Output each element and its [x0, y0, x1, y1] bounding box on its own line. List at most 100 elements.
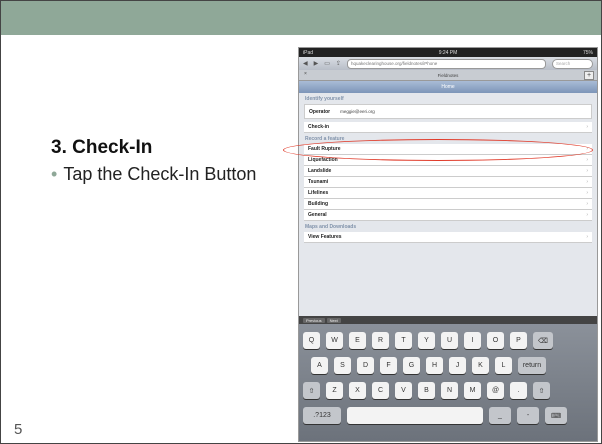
chevron-right-icon: › — [586, 157, 588, 163]
space-key[interactable] — [347, 407, 483, 424]
key[interactable]: U — [441, 332, 458, 349]
bookmarks-icon[interactable]: ▭ — [324, 60, 330, 67]
feature-label: Liquefaction — [308, 157, 338, 163]
key[interactable]: V — [395, 382, 412, 399]
feature-label: Landslide — [308, 168, 332, 174]
share-icon[interactable]: ⇪ — [336, 60, 341, 67]
slide-number: 5 — [14, 421, 23, 438]
key[interactable]: T — [395, 332, 412, 349]
key[interactable]: O — [487, 332, 504, 349]
on-screen-keyboard: Previous Next Q W E R T Y U I O P ⌫ A S D F G H J K Lretur… — [299, 316, 597, 441]
slide-heading: 3. Check-In — [51, 137, 153, 158]
feature-building[interactable]: Building › — [304, 199, 592, 210]
key[interactable]: L — [495, 357, 512, 374]
section-maps: Maps and Downloads — [305, 223, 357, 230]
chevron-right-icon: › — [586, 168, 588, 174]
browser-tab[interactable]: × Fieldnotes + — [299, 70, 597, 81]
next-button[interactable]: Next — [326, 317, 341, 323]
key[interactable]: _ — [489, 407, 511, 424]
key[interactable]: ⌫ — [533, 332, 553, 349]
operator-label: Operator — [309, 108, 331, 115]
view-features-label: View Features — [308, 234, 342, 240]
section-record: Record a feature — [305, 135, 345, 142]
chevron-right-icon: › — [586, 234, 588, 240]
page-content: Identify yourself Operator meggie@eeri.o… — [299, 93, 597, 316]
key[interactable]: F — [380, 357, 397, 374]
back-icon[interactable]: ◀ — [303, 60, 308, 67]
chevron-right-icon: › — [586, 179, 588, 185]
key[interactable]: D — [357, 357, 374, 374]
feature-label: Building — [308, 201, 328, 207]
key[interactable]: @ — [487, 382, 504, 399]
new-tab-icon[interactable]: + — [584, 71, 594, 80]
key[interactable]: Z — [326, 382, 343, 399]
title-bar — [1, 1, 601, 35]
chevron-right-icon: › — [586, 190, 588, 196]
close-tab-icon[interactable]: × — [304, 71, 307, 77]
slide: 3. Check-In • Tap the Check-In Button 5 i… — [0, 0, 602, 444]
key[interactable]: N — [441, 382, 458, 399]
feature-landslide[interactable]: Landslide › — [304, 166, 592, 177]
key[interactable]: Q — [303, 332, 320, 349]
key[interactable]: K — [472, 357, 489, 374]
operator-field[interactable]: Operator meggie@eeri.org — [304, 104, 592, 119]
key[interactable]: R — [372, 332, 389, 349]
key-row-1: Q W E R T Y U I O P ⌫ — [299, 332, 597, 349]
key[interactable]: X — [349, 382, 366, 399]
feature-label: Lifelines — [308, 190, 329, 196]
key[interactable]: Y — [418, 332, 435, 349]
chevron-right-icon: › — [586, 201, 588, 207]
feature-tsunami[interactable]: Tsunami › — [304, 177, 592, 188]
key-row-4: .?123 _ - ⌨ — [299, 407, 597, 424]
check-in-label: Check-in — [308, 124, 330, 130]
key[interactable]: ⇧ — [533, 382, 550, 399]
feature-fault-rupture[interactable]: Fault Rupture › — [304, 144, 592, 155]
browser-toolbar: ◀ ▶ ▭ ⇪ hquakeclearinghouse.org/fieldnot… — [299, 57, 597, 70]
previous-button[interactable]: Previous — [303, 317, 325, 323]
feature-general[interactable]: General › — [304, 210, 592, 221]
chevron-right-icon: › — [586, 212, 588, 218]
view-features-button[interactable]: View Features › — [304, 232, 592, 243]
page-title: Home — [441, 84, 455, 90]
key[interactable]: W — [326, 332, 343, 349]
check-in-button[interactable]: Check-in › — [304, 122, 592, 133]
chevron-right-icon: › — [586, 124, 588, 130]
key[interactable]: return — [518, 357, 546, 374]
key[interactable]: S — [334, 357, 351, 374]
section-identify: Identify yourself — [305, 95, 344, 102]
tab-title: Fieldnotes — [437, 72, 459, 78]
key[interactable]: A — [311, 357, 328, 374]
feature-liquefaction[interactable]: Liquefaction › — [304, 155, 592, 166]
key[interactable]: P — [510, 332, 527, 349]
key-row-2: A S D F G H J K Lreturn — [299, 357, 597, 374]
url-field[interactable]: hquakeclearinghouse.org/fieldnotes/iPhon… — [346, 58, 546, 69]
status-bar: iPad 9:24 PM 75% — [299, 48, 597, 57]
feature-label: General — [308, 212, 327, 218]
key[interactable]: H — [426, 357, 443, 374]
key[interactable]: M — [464, 382, 481, 399]
feature-label: Tsunami — [308, 179, 329, 185]
key[interactable]: ⌨ — [545, 407, 567, 424]
key[interactable]: G — [403, 357, 420, 374]
key[interactable]: . — [510, 382, 527, 399]
feature-lifelines[interactable]: Lifelines › — [304, 188, 592, 199]
key[interactable]: I — [464, 332, 481, 349]
key[interactable]: ⇧ — [303, 382, 320, 399]
bullet-text: Tap the Check-In Button — [63, 164, 257, 184]
key[interactable]: C — [372, 382, 389, 399]
search-field[interactable]: Search — [552, 58, 593, 69]
key[interactable]: E — [349, 332, 366, 349]
ipad-screenshot: iPad 9:24 PM 75% ◀ ▶ ▭ ⇪ hquakeclearingh… — [298, 47, 598, 442]
key[interactable]: J — [449, 357, 466, 374]
device-name: iPad — [303, 49, 314, 56]
page-navbar: Home — [299, 81, 597, 93]
keyboard-toolbar: Previous Next — [299, 316, 597, 324]
bullet-dot-icon: • — [51, 164, 58, 184]
forward-icon[interactable]: ▶ — [314, 60, 319, 67]
battery-level: 75% — [582, 49, 593, 56]
operator-value: meggie@eeri.org — [340, 109, 375, 114]
bullet-item: • Tap the Check-In Button — [51, 163, 261, 185]
key[interactable]: - — [517, 407, 539, 424]
key[interactable]: B — [418, 382, 435, 399]
key[interactable]: .?123 — [303, 407, 341, 424]
